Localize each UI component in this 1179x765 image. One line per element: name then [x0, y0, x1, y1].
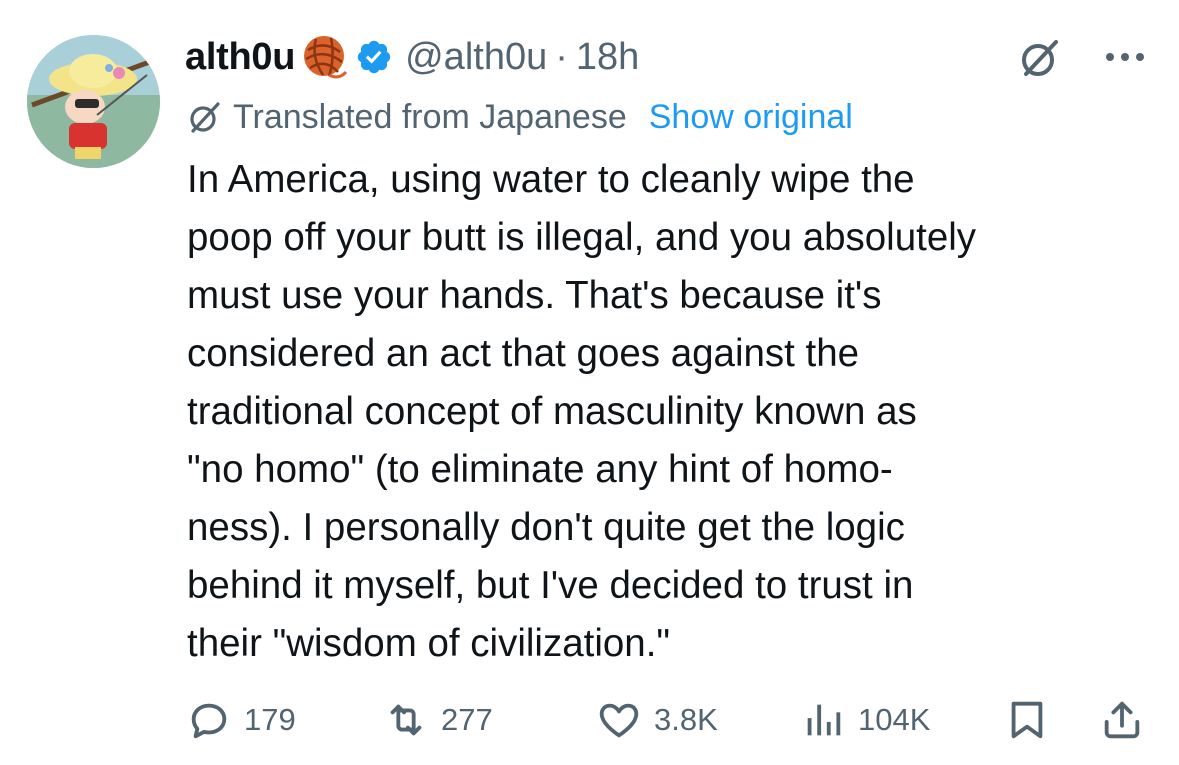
- tweet-text-line: poop off your butt is illegal, and you a…: [187, 216, 977, 259]
- tweet-text-line: In America, using water to cleanly wipe …: [187, 158, 915, 201]
- tweet-text-line: must use your hands. That's because it's: [187, 274, 882, 317]
- yarn-ball-icon: [304, 36, 348, 79]
- separator-dot: ·: [555, 35, 568, 78]
- share-icon: [1104, 701, 1140, 739]
- repost-button[interactable]: 277: [383, 690, 493, 750]
- avatar-image: [27, 35, 160, 168]
- bookmark-button[interactable]: [1004, 690, 1050, 750]
- like-button[interactable]: 3.8K: [596, 690, 718, 750]
- tweet-text-line: their "wisdom of civilization.": [187, 622, 671, 665]
- tweet-header: alth0u @alth0u · 18h: [185, 28, 639, 86]
- display-name[interactable]: alth0u: [185, 36, 295, 79]
- reply-button[interactable]: 179: [186, 690, 296, 750]
- timestamp[interactable]: 18h: [576, 36, 639, 79]
- translation-row: Translated from Japanese Show original: [187, 95, 853, 139]
- share-button[interactable]: [1099, 690, 1145, 750]
- bookmark-icon: [1011, 701, 1043, 739]
- translated-label: Translated from Japanese: [233, 97, 627, 136]
- tweet-text-line: ness). I personally don't quite get the …: [187, 506, 905, 549]
- repost-icon: [390, 704, 422, 736]
- heart-icon: [599, 703, 639, 738]
- translate-icon: [190, 102, 220, 133]
- views-button[interactable]: 104K: [800, 690, 930, 750]
- more-options-icon[interactable]: [1103, 50, 1147, 64]
- handle[interactable]: @alth0u: [405, 36, 547, 79]
- verified-badge-icon: [357, 40, 391, 74]
- view-count: 104K: [858, 702, 931, 737]
- like-count: 3.8K: [654, 702, 718, 737]
- avatar[interactable]: [27, 35, 160, 168]
- tweet-text-line: considered an act that goes against the: [187, 332, 860, 375]
- reply-count: 179: [244, 702, 296, 737]
- tweet-text: In America, using water to cleanly wipe …: [187, 151, 1162, 673]
- tweet-text-line: "no homo" (to eliminate any hint of homo…: [187, 448, 893, 491]
- action-bar: 179 277 3.8K 104K: [0, 690, 1179, 750]
- grok-icon[interactable]: [1018, 36, 1062, 80]
- reply-icon: [191, 703, 227, 739]
- show-original-link[interactable]: Show original: [649, 98, 853, 137]
- views-chart-icon: [807, 704, 841, 736]
- repost-count: 277: [441, 702, 493, 737]
- tweet-text-line: behind it myself, but I've decided to tr…: [187, 564, 914, 607]
- tweet-text-line: traditional concept of masculinity known…: [187, 390, 917, 433]
